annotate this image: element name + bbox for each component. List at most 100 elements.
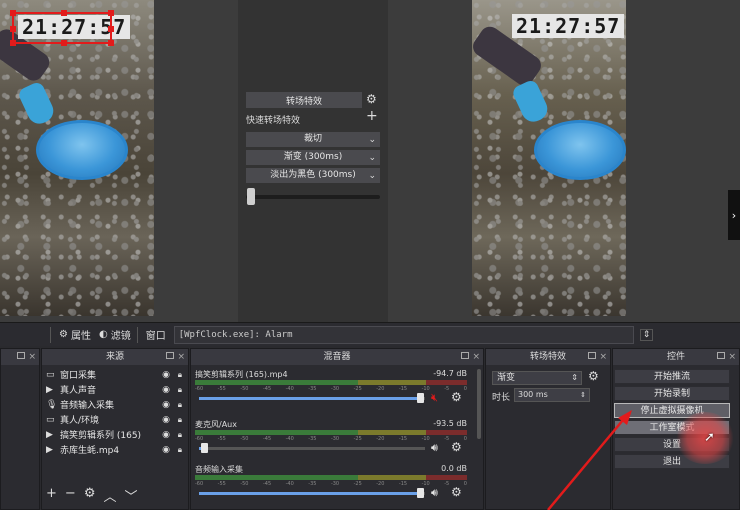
- right-clock-text: 21:27:57: [512, 14, 625, 38]
- popout-icon[interactable]: [166, 352, 174, 359]
- eye-icon[interactable]: ◉: [162, 445, 170, 455]
- basin-shape: [534, 120, 626, 180]
- window-icon: ▭: [46, 414, 55, 425]
- basin-shape: [36, 120, 128, 180]
- channel-name: 麦克风/Aux: [195, 420, 237, 429]
- volume-thumb[interactable]: [417, 488, 425, 498]
- source-item-window-capture[interactable]: ▭ 窗口采集 ◉ 🔒︎: [46, 367, 184, 382]
- meter-scale: -60 -55 -50 -45 -40 -35 -30 -25 -20 -15 -10 -5 0: [195, 436, 467, 442]
- preview-video-right[interactable]: 21:27:57: [472, 0, 626, 316]
- eye-icon[interactable]: ◉: [162, 385, 170, 395]
- speaker-muted-icon[interactable]: 🔇︎: [431, 391, 438, 405]
- volume-track[interactable]: [199, 447, 425, 450]
- tbar-track[interactable]: [246, 195, 380, 199]
- gear-icon[interactable]: ⚙: [588, 369, 599, 383]
- panel-toggle-icon[interactable]: ›: [728, 190, 740, 240]
- channel-name: 音频输入采集: [195, 465, 243, 474]
- mixer-dock: 混音器 × 搞笑剪辑系列 (165).mp4 -94.7 dB -60 -55 -50-…: [190, 348, 484, 510]
- gear-icon[interactable]: ⚙: [451, 485, 462, 499]
- gear-icon[interactable]: ⚙: [84, 486, 96, 505]
- channel-name: 搞笑剪辑系列 (165).mp4: [195, 370, 288, 379]
- source-item-oyster-video[interactable]: ▶ 赤库生蚝.mp4 ◉ 🔒︎: [46, 442, 184, 457]
- transition-item-fade-black[interactable]: 淡出为黑色 (300ms) ⌄: [246, 168, 380, 183]
- close-icon[interactable]: ×: [28, 349, 36, 365]
- level-meter: [195, 475, 467, 480]
- eye-icon[interactable]: ◉: [162, 415, 170, 425]
- duration-label: 时长: [492, 393, 511, 403]
- remove-icon[interactable]: −: [65, 486, 76, 505]
- obs-window: 21:27:57 转场特效 ⚙ 快速转场特效 + 裁切 ⌄ 渐变 (300ms)…: [0, 0, 740, 510]
- select-arrows-icon[interactable]: ⇕: [639, 328, 654, 341]
- lock-icon[interactable]: 🔒︎: [178, 415, 182, 425]
- eye-icon[interactable]: ◉: [162, 400, 170, 410]
- scene-transitions-title: 转场特效: [529, 352, 566, 362]
- close-icon[interactable]: ×: [472, 349, 480, 365]
- mixer-channel: 搞笑剪辑系列 (165).mp4 -94.7 dB -60 -55 -50 -45 -40-…: [195, 369, 473, 404]
- lock-icon[interactable]: 🔒︎: [178, 370, 182, 380]
- popout-icon[interactable]: [17, 352, 25, 359]
- window-select[interactable]: [WpfClock.exe]: Alarm: [173, 325, 634, 344]
- popout-icon[interactable]: [588, 352, 596, 359]
- source-item-real-voice[interactable]: ▶ 真人声音 ◉ 🔒︎: [46, 382, 184, 397]
- source-item-audio-input[interactable]: 🎙︎ 音频输入采集 ◉ 🔒︎: [46, 397, 184, 412]
- tbar-thumb[interactable]: [247, 188, 255, 205]
- close-icon[interactable]: ×: [728, 349, 736, 365]
- duration-input[interactable]: 300 ms ⇕: [514, 388, 590, 402]
- lock-icon[interactable]: 🔒︎: [178, 430, 182, 440]
- gear-icon[interactable]: ⚙: [366, 92, 377, 106]
- source-item-funny-clip[interactable]: ▶ 搞笑剪辑系列 (165) ◉ 🔒︎: [46, 427, 184, 442]
- window-icon: ▭: [46, 369, 55, 380]
- lock-icon[interactable]: 🔒︎: [178, 445, 182, 455]
- mixer-scrollbar[interactable]: [477, 369, 481, 439]
- channel-db: -93.5 dB: [433, 419, 467, 428]
- level-meter: [195, 430, 467, 435]
- gear-icon[interactable]: ⚙: [451, 440, 462, 454]
- filters-button[interactable]: ◐ 滤镜: [99, 327, 131, 342]
- chevron-down-icon: ⌄: [368, 171, 376, 181]
- source-item-real-env[interactable]: ▭ 真人/环境 ◉ 🔒︎: [46, 412, 184, 427]
- popout-icon[interactable]: [461, 352, 469, 359]
- level-meter: [195, 380, 467, 385]
- close-icon[interactable]: ×: [599, 349, 607, 365]
- volume-thumb[interactable]: [200, 443, 208, 453]
- properties-button[interactable]: ⚙ 属性: [59, 327, 91, 342]
- scene-transitions-dock: 转场特效 × 渐变 ⇕ ⚙ 时长 300 ms ⇕: [485, 348, 611, 510]
- eye-icon[interactable]: ◉: [162, 430, 170, 440]
- gear-icon[interactable]: ⚙: [451, 390, 462, 404]
- speaker-icon[interactable]: 🔊︎: [431, 441, 438, 455]
- transition-button[interactable]: 转场特效: [246, 92, 362, 108]
- volume-thumb[interactable]: [417, 393, 425, 403]
- transition-select[interactable]: 渐变 ⇕: [492, 371, 582, 385]
- window-label: 窗口: [145, 331, 166, 342]
- eye-icon[interactable]: ◉: [162, 370, 170, 380]
- transition-item-cut[interactable]: 裁切 ⌄: [246, 132, 380, 147]
- start-streaming-button[interactable]: 开始推流: [614, 369, 730, 384]
- lock-icon[interactable]: 🔒︎: [178, 385, 182, 395]
- quick-transition-label: 快速转场特效: [246, 115, 301, 126]
- mouse-cursor-icon: ➚: [704, 430, 715, 445]
- meter-scale: -60 -55 -50 -45 -40 -35 -30 -25 -20 -15 -10 -5 0: [195, 386, 467, 392]
- chevron-down-icon: ⌄: [368, 135, 376, 145]
- add-icon[interactable]: +: [46, 486, 57, 505]
- transition-item-fade[interactable]: 渐变 (300ms) ⌄: [246, 150, 380, 165]
- select-arrows-icon: ⇕: [571, 373, 578, 382]
- mixer-channel: 麦克风/Aux -93.5 dB -60 -55 -50 -45 -40 -35 -30 -25-…: [195, 419, 473, 454]
- gear-icon: ⚙: [59, 329, 68, 340]
- selection-box[interactable]: [10, 10, 114, 46]
- chevron-up-icon[interactable]: ︿: [103, 486, 116, 505]
- scenes-dock: ×: [0, 348, 40, 510]
- program-video-left[interactable]: 21:27:57: [0, 0, 154, 316]
- lock-icon[interactable]: 🔒︎: [178, 400, 182, 410]
- start-recording-button[interactable]: 开始录制: [614, 386, 730, 401]
- filter-icon: ◐: [98, 329, 108, 340]
- plus-icon[interactable]: +: [366, 108, 378, 124]
- volume-fill: [199, 492, 421, 495]
- sources-dock: 来源 × ▭ 窗口采集 ◉ 🔒︎ ▶ 真人声音 ◉ 🔒︎ 🎙︎ 音频输入采集 ◉ 🔒︎ ▭ 真…: [41, 348, 189, 510]
- speaker-icon[interactable]: 🔊︎: [431, 486, 438, 500]
- close-icon[interactable]: ×: [177, 349, 185, 365]
- source-toolbar: ⚙ 属性 ◐ 滤镜 窗口 [WpfClock.exe]: Alarm ⇕: [0, 322, 740, 346]
- popout-icon[interactable]: [717, 352, 725, 359]
- play-icon: ▶: [46, 384, 53, 395]
- meter-scale: -60 -55 -50 -45 -40 -35 -30 -25 -20 -15 -10 -5 0: [195, 481, 467, 487]
- chevron-down-icon[interactable]: ﹀: [124, 486, 137, 505]
